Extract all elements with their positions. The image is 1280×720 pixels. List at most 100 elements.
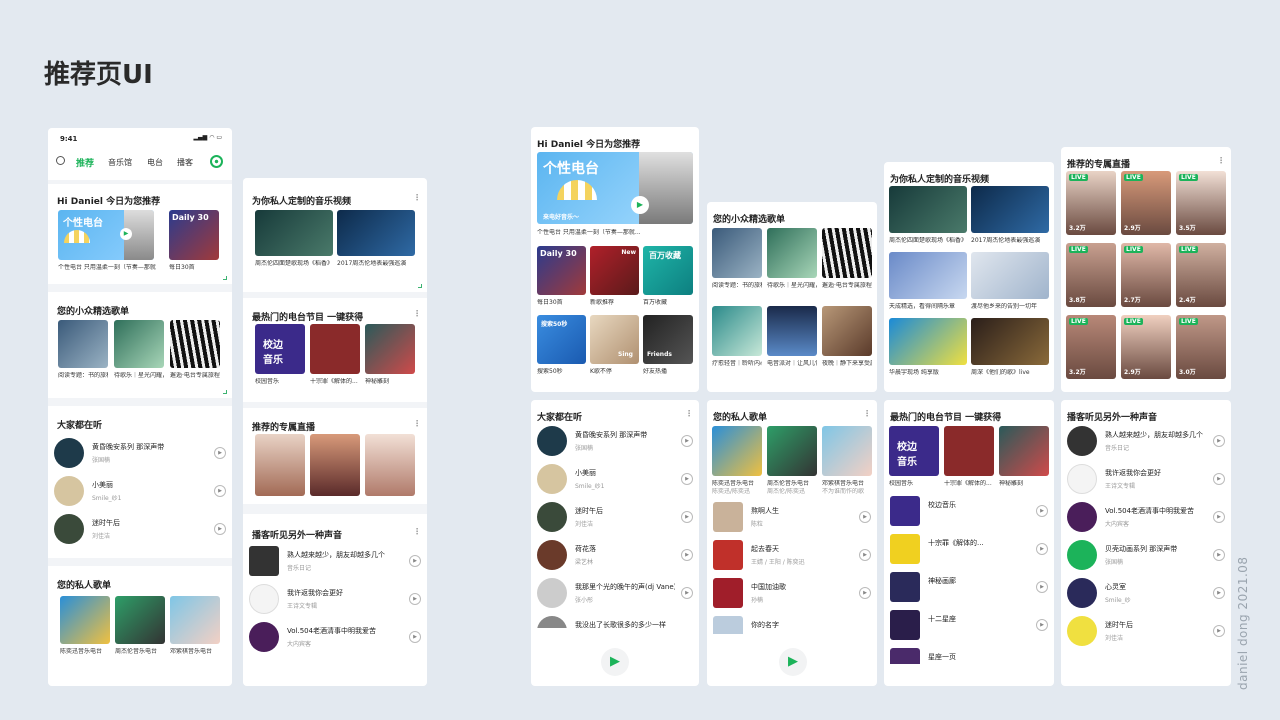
play-icon[interactable]: ▶ xyxy=(681,473,693,485)
live-cover[interactable]: LIVE 2.9万 xyxy=(1121,171,1171,235)
play-icon[interactable]: ▶ xyxy=(681,587,693,599)
niche-cover-1[interactable] xyxy=(58,320,108,368)
niche-cover[interactable] xyxy=(767,306,817,356)
podcast-row[interactable]: 熟人越来越少，朋友却越多几个 音乐日记 ▶ xyxy=(1067,424,1225,458)
tab-recommend[interactable]: 推荐 xyxy=(76,156,94,169)
niche-cover[interactable] xyxy=(822,306,872,356)
podcast-row[interactable]: 熟人越来越少，朋友却越多几个 音乐日记 ▶ xyxy=(249,544,421,578)
music-disc-icon[interactable] xyxy=(210,155,223,168)
more-icon[interactable]: ⋮ xyxy=(413,309,421,318)
play-icon[interactable]: ▶ xyxy=(409,555,421,567)
more-icon[interactable]: ⋮ xyxy=(413,419,421,428)
podcast-row[interactable]: 迷时午后 刘佳洁 ▶ xyxy=(1067,614,1225,648)
podcast-row[interactable]: Vol.504老酒清事中明我爱苦 大内宾客 ▶ xyxy=(1067,500,1225,534)
listening-row[interactable]: 黄昏晚安系列 那深声带 张国楠 ▶ xyxy=(537,424,693,458)
play-icon[interactable]: ▶ xyxy=(120,228,132,240)
more-icon[interactable]: ⋮ xyxy=(1217,156,1225,165)
live-cover[interactable]: LIVE 2.9万 xyxy=(1121,315,1171,379)
play-icon[interactable]: ▶ xyxy=(409,631,421,643)
play-icon[interactable]: ▶ xyxy=(1036,505,1048,517)
radio-row[interactable]: 校边音乐 ▶ xyxy=(890,494,1048,528)
play-icon[interactable]: ▶ xyxy=(681,511,693,523)
tab-radio[interactable]: 电台 xyxy=(147,157,163,168)
song-row[interactable]: 起去春天 王婧 / 王阳 / 陈奕迅 ▶ xyxy=(713,538,871,572)
video-thumb[interactable] xyxy=(971,186,1049,233)
song-row[interactable]: 你的名字 xyxy=(713,614,871,634)
play-all-button[interactable]: ▶ xyxy=(601,648,629,676)
play-icon[interactable]: ▶ xyxy=(214,523,226,535)
more-icon[interactable]: ⋮ xyxy=(413,527,421,536)
play-icon[interactable]: ▶ xyxy=(1213,511,1225,523)
live-cover[interactable]: LIVE 3.8万 xyxy=(1066,243,1116,307)
play-icon[interactable]: ▶ xyxy=(631,196,649,214)
podcast-row[interactable]: 贝壳动画系列 那深声带 张国楠 ▶ xyxy=(1067,538,1225,572)
radio-cover[interactable] xyxy=(944,426,994,476)
play-icon[interactable]: ▶ xyxy=(1213,549,1225,561)
radio-row[interactable]: 十二星座 ▶ xyxy=(890,608,1048,642)
play-icon[interactable]: ▶ xyxy=(859,511,871,523)
play-icon[interactable]: ▶ xyxy=(1036,619,1048,631)
private-cover[interactable] xyxy=(712,426,762,476)
grid-tile[interactable]: Friends xyxy=(643,315,693,364)
radio-cover-3[interactable] xyxy=(365,324,415,374)
radio-row[interactable]: 十宗罪《解体的... ▶ xyxy=(890,532,1048,566)
live-cover[interactable]: LIVE 3.5万 xyxy=(1176,171,1226,235)
play-icon[interactable]: ▶ xyxy=(1213,473,1225,485)
personal-radio-card[interactable]: 个性电台 来电好音乐～ ▶ xyxy=(537,152,693,224)
podcast-row[interactable]: 我许返我你会更好 王诗文专辑 ▶ xyxy=(249,582,421,616)
play-all-button[interactable]: ▶ xyxy=(779,648,807,676)
play-icon[interactable]: ▶ xyxy=(859,549,871,561)
personal-radio-card[interactable]: 个性电台 ▶ xyxy=(58,210,154,260)
video-thumb[interactable] xyxy=(889,318,967,365)
video-thumb-2[interactable] xyxy=(337,210,415,256)
live-cover[interactable]: LIVE 3.2万 xyxy=(1066,171,1116,235)
private-cover-2[interactable] xyxy=(115,596,165,644)
niche-cover-2[interactable] xyxy=(114,320,164,368)
private-cover[interactable] xyxy=(767,426,817,476)
grid-tile[interactable]: Sing xyxy=(590,315,639,364)
radio-cover[interactable] xyxy=(999,426,1049,476)
tab-music-hall[interactable]: 音乐馆 xyxy=(108,157,132,168)
video-thumb[interactable] xyxy=(889,252,967,299)
niche-cover[interactable] xyxy=(767,228,817,278)
private-cover-3[interactable] xyxy=(170,596,220,644)
listening-row[interactable]: 我那里个光的晚午的声(dj Vane) 张小彤 ▶ xyxy=(537,576,693,610)
niche-cover[interactable] xyxy=(712,228,762,278)
radio-row[interactable]: 星座一页 xyxy=(890,646,1048,664)
radio-row[interactable]: 神秘画廊 ▶ xyxy=(890,570,1048,604)
more-icon[interactable]: ⋮ xyxy=(685,409,693,418)
play-icon[interactable]: ▶ xyxy=(681,549,693,561)
niche-cover[interactable] xyxy=(822,228,872,278)
niche-cover[interactable] xyxy=(712,306,762,356)
listening-row[interactable]: 小美丽 Smile_纱1 ▶ xyxy=(54,474,226,508)
play-icon[interactable]: ▶ xyxy=(859,587,871,599)
podcast-row[interactable]: 心灵室 Smile_纱 ▶ xyxy=(1067,576,1225,610)
listening-row[interactable]: 小美丽 Smile_纱1 ▶ xyxy=(537,462,693,496)
live-cover[interactable]: LIVE 2.4万 xyxy=(1176,243,1226,307)
private-cover-1[interactable] xyxy=(60,596,110,644)
niche-cover-3[interactable] xyxy=(170,320,220,368)
video-thumb[interactable] xyxy=(889,186,967,233)
song-row[interactable]: 熬啊人生 陈粒 ▶ xyxy=(713,500,871,534)
listening-row[interactable]: 我没出了长歌很多的多少一样 xyxy=(537,614,693,628)
listening-row[interactable]: 黄昏晚安系列 那深声带 张国楠 ▶ xyxy=(54,436,226,470)
private-cover[interactable] xyxy=(822,426,872,476)
play-icon[interactable]: ▶ xyxy=(1036,581,1048,593)
daily-30-card[interactable]: Daily 30 xyxy=(169,210,219,260)
search-icon[interactable] xyxy=(56,156,65,165)
more-icon[interactable]: ⋮ xyxy=(863,409,871,418)
play-icon[interactable]: ▶ xyxy=(1036,543,1048,555)
play-icon[interactable]: ▶ xyxy=(681,435,693,447)
live-cover-3[interactable] xyxy=(365,434,415,496)
video-thumb[interactable] xyxy=(971,318,1049,365)
grid-tile[interactable]: 搜索50秒 xyxy=(537,315,586,364)
play-icon[interactable]: ▶ xyxy=(1213,625,1225,637)
podcast-row[interactable]: 我许返我你会更好 王诗文专辑 ▶ xyxy=(1067,462,1225,496)
listening-row[interactable]: 迷时午后 刘佳洁 ▶ xyxy=(537,500,693,534)
listening-row[interactable]: 荷花落 梁艺林 ▶ xyxy=(537,538,693,572)
grid-tile[interactable]: Daily 30 xyxy=(537,246,586,295)
tab-podcast[interactable]: 播客 xyxy=(177,157,193,168)
radio-cover-1[interactable]: 校边 音乐 xyxy=(255,324,305,374)
live-cover-1[interactable] xyxy=(255,434,305,496)
live-cover[interactable]: LIVE 3.0万 xyxy=(1176,315,1226,379)
